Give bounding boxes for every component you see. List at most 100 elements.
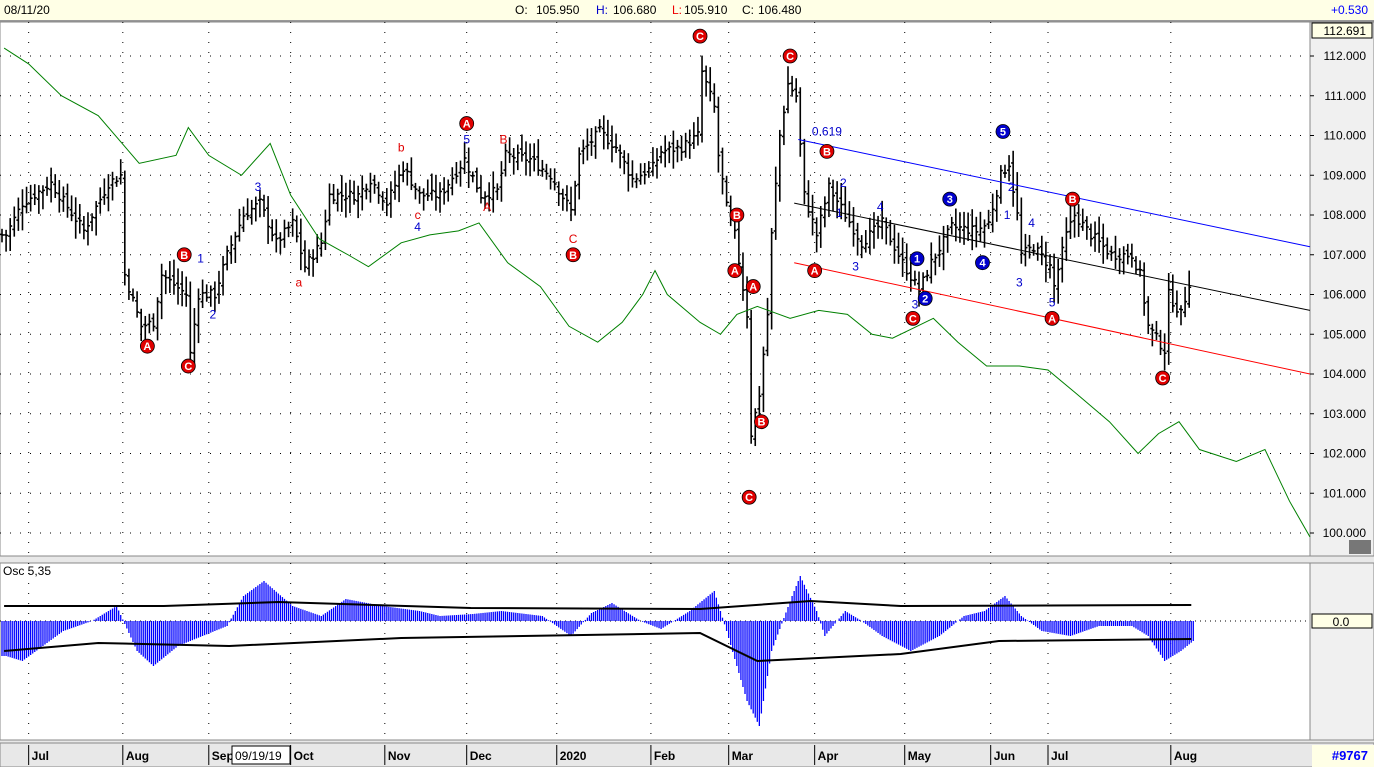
wave-marker: 1 [909, 251, 925, 267]
wave-circle-label: 3 [947, 194, 953, 206]
wave-marker: C [180, 358, 196, 374]
oscillator-title: Osc 5,35 [3, 564, 51, 578]
wave-circle-label: B [823, 146, 831, 158]
price-chart[interactable]: 112.000 111.000 110.000 109.000 108.000 107.0… [0, 0, 1374, 767]
wave-text-label: 2 [1008, 180, 1015, 194]
wave-circle-label: B [180, 250, 188, 262]
last-price-label: 112.691 [1324, 24, 1367, 38]
wave-marker: C [692, 28, 708, 44]
y-tick-label: 102.000 [1323, 447, 1367, 461]
wave-marker: 3 [942, 191, 958, 207]
wave-text-label: 3 [255, 180, 262, 194]
wave-text-label: 4 [414, 220, 421, 234]
wave-circle-label: 2 [922, 293, 928, 305]
x-tick-label: Nov [388, 749, 411, 763]
wave-text-label: C [569, 232, 578, 246]
wave-circle-label: 4 [979, 258, 986, 270]
y-tick-label: 100.000 [1323, 526, 1367, 540]
wave-circle-label: A [143, 341, 151, 353]
wave-marker: B [729, 207, 745, 223]
y-tick-label: 106.000 [1323, 288, 1367, 302]
wave-circle-label: 1 [914, 254, 920, 266]
wave-marker: C [905, 310, 921, 326]
zero-label: 0.0 [1333, 615, 1350, 629]
wave-text-label: 1 [836, 206, 843, 220]
y-tick-label: 110.000 [1324, 129, 1367, 143]
wave-marker: 2 [917, 291, 933, 306]
time-axis [0, 742, 1374, 767]
wave-circle-label: C [745, 492, 753, 504]
y-tick-label: 103.000 [1323, 407, 1367, 421]
wave-marker: A [139, 338, 155, 354]
y-tick-label: 104.000 [1323, 367, 1367, 381]
wave-circle-label: A [749, 282, 757, 294]
wave-circle-label: C [696, 31, 704, 43]
wave-text-label: c [415, 208, 421, 222]
wave-circle-label: B [733, 210, 741, 222]
wave-marker: A [459, 116, 475, 131]
x-tick-label: Jul [1051, 749, 1068, 763]
wave-text-label: 4 [1028, 216, 1035, 230]
x-tick-label: Jun [994, 749, 1015, 763]
wave-text-label: 3 [912, 297, 919, 311]
x-tick-label: Jul [32, 749, 49, 763]
y-tick-label: 105.000 [1323, 327, 1367, 341]
wave-marker: B [754, 414, 769, 430]
x-tick-label: Mar [732, 749, 754, 763]
y-tick-label: 112.000 [1324, 49, 1367, 63]
x-tick-label: Apr [818, 749, 839, 763]
wave-marker: A [1044, 310, 1060, 326]
wave-marker: A [745, 279, 761, 294]
wave-circle-label: 5 [1000, 127, 1006, 139]
x-tick-label: Aug [1174, 749, 1197, 763]
wave-circle-label: A [463, 119, 471, 131]
x-tick-label: Oct [294, 749, 314, 763]
wave-circle-label: A [811, 266, 819, 278]
wave-marker: B [565, 247, 581, 263]
wave-circle-label: C [786, 51, 794, 63]
wave-marker: C [741, 489, 757, 505]
oscillator-panel [0, 562, 1311, 741]
wave-marker: B [176, 247, 192, 263]
oscillator-axis [1309, 562, 1374, 741]
wave-marker: C [782, 48, 798, 64]
wave-text-label: 1 [1004, 208, 1011, 222]
wave-circle-label: C [909, 313, 917, 325]
wave-circle-label: C [1159, 373, 1167, 385]
wave-text-label: 5 [1049, 295, 1056, 309]
wave-text-label: b [398, 140, 405, 154]
x-tick-label: Dec [470, 749, 492, 763]
wave-text-label: B [500, 132, 508, 146]
wave-text-label: a [296, 276, 303, 290]
cursor-date: 09/19/19 [235, 749, 282, 763]
wave-text-label: 1 [197, 252, 204, 266]
wave-circle-label: A [731, 266, 739, 278]
wave-marker: B [1065, 191, 1080, 207]
wave-text-label: A [483, 200, 491, 214]
y-tick-label: 108.000 [1323, 208, 1367, 222]
wave-text-label: 4 [877, 200, 884, 214]
y-tick-label: 107.000 [1323, 248, 1367, 262]
wave-text-label: 0.619 [812, 125, 842, 139]
wave-text-label: 2 [840, 176, 847, 190]
wave-circle-label: B [1069, 194, 1077, 206]
wave-marker: 5 [995, 124, 1011, 139]
y-tick-label: 111.000 [1324, 89, 1366, 103]
y-tick-label: 109.000 [1323, 168, 1367, 182]
wave-circle-label: C [184, 361, 192, 373]
x-tick-label: Aug [126, 749, 149, 763]
wave-marker: C [1155, 370, 1171, 386]
wave-marker: A [807, 263, 823, 279]
y-tick-label: 101.000 [1323, 486, 1367, 500]
wave-circle-label: A [1048, 313, 1056, 325]
x-tick-label: May [908, 749, 932, 763]
last-price-badge: 112.691 [1311, 22, 1373, 39]
x-tick-label: Feb [654, 749, 675, 763]
wave-text-label: 3 [1016, 276, 1023, 290]
x-tick-label: Sep [212, 749, 234, 763]
wave-marker: B [819, 143, 835, 159]
wave-circle-label: B [757, 417, 765, 429]
wave-text-label: 3 [852, 260, 859, 274]
wave-marker: A [727, 263, 743, 279]
scale-icon [1349, 540, 1371, 554]
